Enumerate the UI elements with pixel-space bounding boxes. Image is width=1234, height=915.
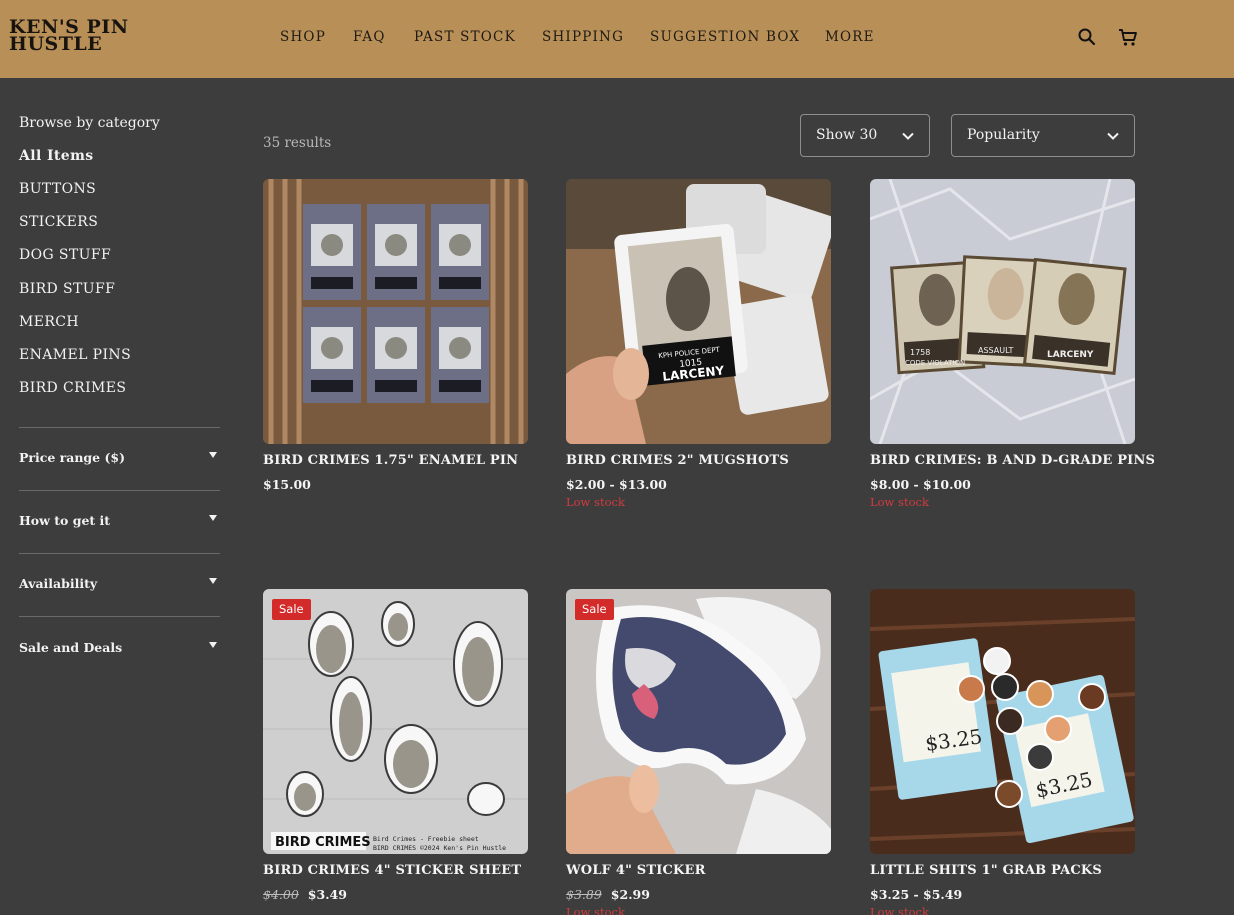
caret-down-icon [209,578,217,584]
sale-price: $3.49 [307,887,347,902]
cart-icon[interactable] [1118,27,1138,47]
category-enamel-pins[interactable]: ENAMEL PINS [19,347,131,363]
product-title[interactable]: BIRD CRIMES: B AND D-GRADE PINS [870,453,1155,468]
product-price: $2.00 - $13.00 [566,477,667,492]
low-stock-label: Low stock [566,905,625,915]
filter-availability[interactable]: Availability [19,576,220,591]
sticker-sheet-caption: BIRD CRIMES ©2024 Ken's Pin Hustle [373,844,506,852]
original-price: $3.89 [566,887,602,902]
sale-badge: Sale [272,599,311,620]
product-price: $4.00 $3.49 [263,887,347,902]
sort-value: Popularity [967,127,1040,143]
caret-down-icon [209,642,217,648]
filter-label: How to get it [19,513,111,528]
product-price: $15.00 [263,477,311,492]
nav-shop[interactable]: SHOP [280,29,326,45]
page-size-value: Show 30 [816,127,878,143]
product-title[interactable]: BIRD CRIMES 1.75" ENAMEL PIN [263,453,518,468]
product-title[interactable]: WOLF 4" STICKER [566,863,706,878]
filter-price-range[interactable]: Price range ($) [19,450,220,465]
sticker-sheet-title: BIRD CRIMES [275,835,371,850]
original-price: $4.00 [263,887,299,902]
filter-label: Sale and Deals [19,640,123,655]
low-stock-label: Low stock [566,495,625,509]
category-bird-crimes[interactable]: BIRD CRIMES [19,380,126,396]
filter-how-to-get-it[interactable]: How to get it [19,513,220,528]
sort-select[interactable]: Popularity [951,114,1135,157]
divider [19,616,220,617]
pin-text: ASSAULT [978,346,1013,355]
nav-suggestion-box[interactable]: SUGGESTION BOX [650,29,800,45]
pin-text: 1758 [910,348,930,357]
brand-logo[interactable]: KEN'S PIN HUSTLE [9,18,129,55]
filter-label: Availability [19,576,98,591]
category-all-items[interactable]: All Items [19,148,94,164]
product-title[interactable]: BIRD CRIMES 4" STICKER SHEET [263,863,521,878]
nav-more[interactable]: MORE [825,29,875,45]
product-image[interactable] [263,179,528,444]
site-header: KEN'S PIN HUSTLE SHOP FAQ PAST STOCK SHI… [0,0,1234,78]
low-stock-label: Low stock [870,495,929,509]
nav-past-stock[interactable]: PAST STOCK [414,29,516,45]
nav-shipping[interactable]: SHIPPING [542,29,624,45]
divider [19,553,220,554]
category-stickers[interactable]: STICKERS [19,214,98,230]
chevron-down-icon [1107,132,1119,140]
page-size-select[interactable]: Show 30 [800,114,930,157]
product-image[interactable]: KPH POLICE DEPT 1015 LARCENY [566,179,831,444]
brand-line-2: HUSTLE [9,33,103,55]
product-image[interactable]: BIRD CRIMES Bird Crimes - Freebie sheet … [263,589,528,854]
product-image[interactable] [566,589,831,854]
filter-label: Price range ($) [19,450,125,465]
browse-by-category-heading: Browse by category [19,115,160,131]
product-price: $3.25 - $5.49 [870,887,963,902]
product-price: $3.89 $2.99 [566,887,650,902]
caret-down-icon [209,515,217,521]
caret-down-icon [209,452,217,458]
search-icon[interactable] [1077,27,1097,47]
product-price: $8.00 - $10.00 [870,477,971,492]
product-title[interactable]: BIRD CRIMES 2" MUGSHOTS [566,453,789,468]
pin-text: LARCENY [1047,350,1094,360]
pin-text: CODE VIOLATION [905,359,965,367]
nav-faq[interactable]: FAQ [353,29,386,45]
sticker-sheet-caption: Bird Crimes - Freebie sheet [373,835,479,843]
filter-sale-and-deals[interactable]: Sale and Deals [19,640,220,655]
product-image[interactable]: 1758 CODE VIOLATION ASSAULT LARCENY [870,179,1135,444]
divider [19,490,220,491]
sale-price: $2.99 [610,887,650,902]
category-bird-stuff[interactable]: BIRD STUFF [19,281,115,297]
divider [19,427,220,428]
results-count: 35 results [263,135,332,151]
category-dog-stuff[interactable]: DOG STUFF [19,247,111,263]
chevron-down-icon [902,132,914,140]
category-buttons[interactable]: BUTTONS [19,181,96,197]
category-merch[interactable]: MERCH [19,314,79,330]
sale-badge: Sale [575,599,614,620]
product-image[interactable]: $3.25 $3.25 [870,589,1135,854]
low-stock-label: Low stock [870,905,929,915]
product-title[interactable]: LITTLE SHITS 1" GRAB PACKS [870,863,1102,878]
